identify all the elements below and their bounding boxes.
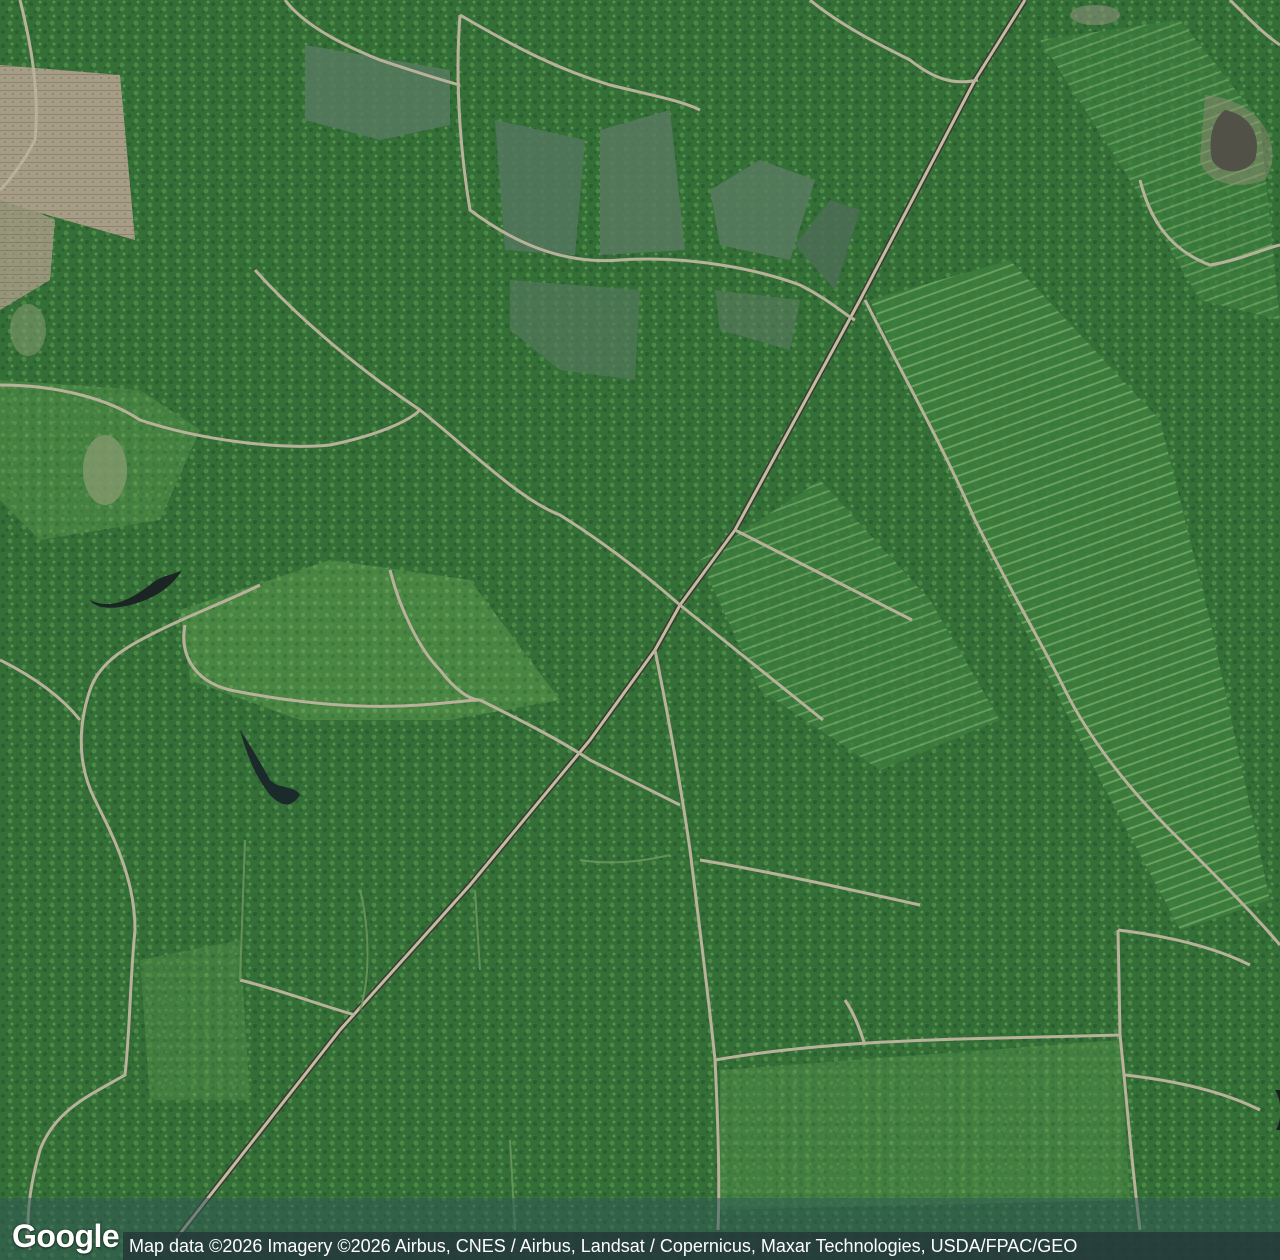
clearcut-block [600,110,685,255]
google-logo: Google [12,1218,120,1254]
map-attribution: Map data ©2026 Imagery ©2026 Airbus, CNE… [123,1232,1280,1260]
plantation-area [720,1040,1130,1210]
map-imagery[interactable] [0,0,1280,1260]
meadow [10,304,46,356]
pond [1070,5,1120,25]
satellite-map[interactable]: Google Map data ©2026 Imagery ©2026 Airb… [0,0,1280,1260]
plantation-area [140,940,250,1100]
meadow [83,435,127,505]
forest-road [1116,929,1122,1036]
